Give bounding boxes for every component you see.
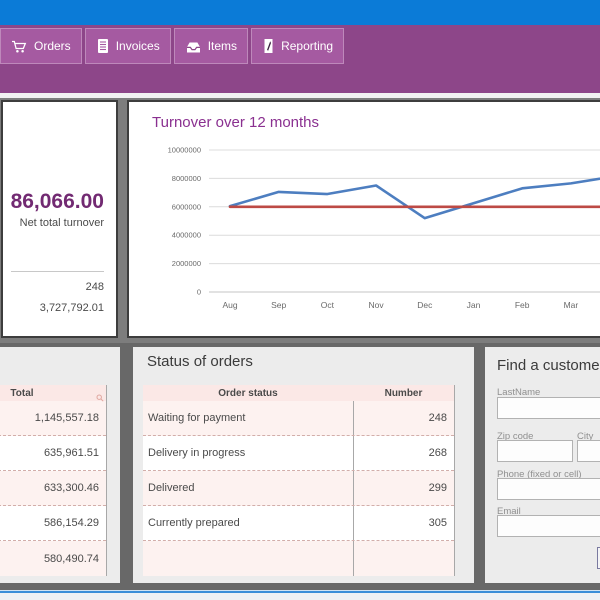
svg-text:6000000: 6000000 (172, 202, 201, 211)
svg-text:Aug: Aug (222, 300, 237, 310)
total-value: 586,154.29 (0, 517, 106, 529)
order-count: 305 (354, 517, 454, 529)
inbox-icon (185, 39, 202, 54)
find-customer-card: Find a customer LastName Zip code City P… (485, 347, 600, 583)
city-input[interactable] (577, 440, 600, 462)
svg-text:8000000: 8000000 (172, 174, 201, 183)
order-count: 268 (354, 447, 454, 459)
order-status-card: Status of orders Order status Number Wai… (133, 347, 474, 583)
nav-item-items[interactable]: Items (174, 28, 248, 64)
zipcode-input[interactable] (497, 440, 573, 462)
svg-text:Jan: Jan (467, 300, 481, 310)
summary-divider (11, 271, 104, 272)
status-row[interactable]: Delivery in progress 268 (143, 436, 454, 471)
cart-icon (11, 39, 28, 54)
net-total-label: Net total turnover (3, 217, 116, 229)
nav-item-reporting[interactable]: Reporting (251, 28, 344, 64)
nav-bottom-strip (0, 93, 600, 98)
number-column-header: Number (353, 385, 454, 401)
totals-row[interactable]: 580,490.74 (0, 541, 106, 576)
totals-row[interactable]: 1,145,557.18 (0, 401, 106, 436)
order-status-label: Delivered (143, 482, 353, 494)
window-titlebar (0, 0, 600, 25)
dashboard-window: Orders Invoices Items Reporting (0, 0, 600, 600)
totals-row[interactable]: 586,154.29 (0, 506, 106, 541)
turnover-chart: 10000000 8000000 6000000 4000000 2000000 0 Aug… (154, 140, 600, 320)
phone-input[interactable] (497, 478, 600, 500)
status-panel-title: Status of orders (147, 353, 253, 370)
svg-text:4000000: 4000000 (172, 231, 201, 240)
status-header-row: Order status Number (143, 385, 454, 401)
total-value: 633,300.46 (0, 482, 106, 494)
status-row[interactable]: Delivered 299 (143, 471, 454, 506)
svg-text:Oct: Oct (321, 300, 335, 310)
orders-count: 248 (3, 281, 116, 293)
top-customers-card: Total 1,145,557.18 635,961.51 633,300.46… (0, 347, 120, 583)
lastname-input[interactable] (497, 397, 600, 419)
totals-table: Total 1,145,557.18 635,961.51 633,300.46… (0, 385, 107, 576)
net-total-value: 86,066.00 (3, 190, 116, 214)
email-input[interactable] (497, 515, 600, 537)
svg-text:Dec: Dec (417, 300, 433, 310)
status-row[interactable]: Waiting for payment 248 (143, 401, 454, 436)
order-count: 248 (354, 412, 454, 424)
customer-panel-title: Find a customer (497, 357, 600, 374)
order-status-label: Delivery in progress (143, 447, 353, 459)
svg-text:10000000: 10000000 (168, 146, 201, 155)
turnover-chart-card: Turnover over 12 months 10000000 8000000 6… (127, 100, 600, 338)
svg-text:Feb: Feb (515, 300, 530, 310)
totals-header-row: Total (0, 385, 106, 401)
svg-text:0: 0 (197, 288, 201, 297)
status-column-header: Order status (143, 385, 353, 401)
totals-column-header: Total (0, 385, 106, 401)
nav-item-orders[interactable]: Orders (0, 28, 82, 64)
total-value: 580,490.74 (0, 553, 106, 565)
nav-item-label: Items (208, 39, 237, 53)
nav-item-invoices[interactable]: Invoices (85, 28, 171, 64)
svg-text:Sep: Sep (271, 300, 286, 310)
svg-text:Mar: Mar (564, 300, 579, 310)
total-value: 1,145,557.18 (0, 412, 106, 424)
totals-row[interactable]: 633,300.46 (0, 471, 106, 506)
order-count: 299 (354, 482, 454, 494)
invoice-icon (96, 38, 110, 54)
status-row[interactable]: Currently prepared 305 (143, 506, 454, 541)
chart-title: Turnover over 12 months (152, 114, 319, 131)
summary-card: 86,066.00 Net total turnover 248 3,727,7… (1, 100, 118, 338)
main-nav: Orders Invoices Items Reporting (0, 25, 600, 93)
column-search-icon[interactable] (96, 389, 104, 407)
nav-item-label: Invoices (116, 39, 160, 53)
total-value: 635,961.51 (0, 447, 106, 459)
nav-item-label: Orders (34, 39, 71, 53)
report-icon (262, 38, 275, 54)
totals-row[interactable]: 635,961.51 (0, 436, 106, 471)
order-status-label: Currently prepared (143, 517, 353, 529)
status-table: Order status Number Waiting for payment … (143, 385, 455, 576)
svg-text:Nov: Nov (369, 300, 385, 310)
nav-item-label: Reporting (281, 39, 333, 53)
svg-text:2000000: 2000000 (172, 259, 201, 268)
order-status-label: Waiting for payment (143, 412, 353, 424)
window-bottom-edge (0, 593, 600, 600)
status-empty-row (143, 541, 454, 576)
orders-amount: 3,727,792.01 (3, 302, 116, 314)
